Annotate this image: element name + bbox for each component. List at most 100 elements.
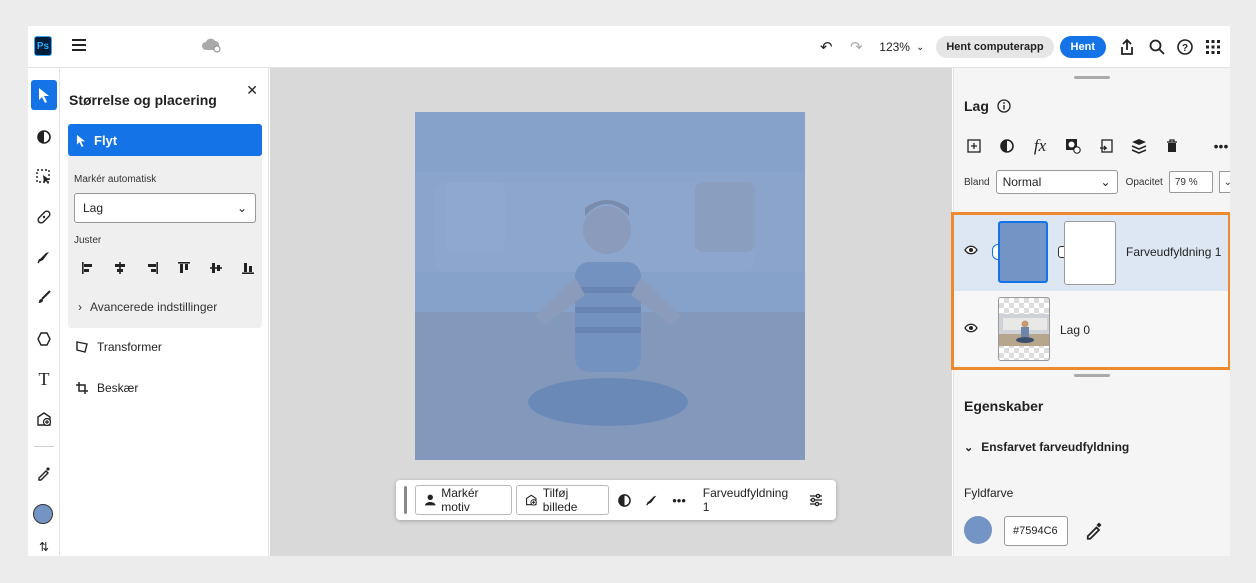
move-button[interactable]: Flyt [68, 124, 262, 156]
help-icon[interactable]: ? [1174, 36, 1196, 58]
adjustment-tool-icon[interactable] [31, 122, 57, 152]
share-icon[interactable] [1116, 36, 1138, 58]
properties-title: Egenskaber [964, 398, 1044, 414]
zoom-value: 123% [879, 40, 910, 54]
foreground-color-swatch[interactable] [33, 504, 53, 524]
transform-icon [76, 341, 88, 353]
layer-row[interactable]: Lag 0 [954, 291, 1228, 367]
rail-divider [34, 446, 54, 447]
properties-sliders-icon[interactable] [805, 486, 828, 514]
adjustment-layer-icon[interactable] [997, 136, 1017, 156]
align-bottom-icon[interactable] [240, 260, 256, 276]
eye-icon[interactable] [964, 323, 978, 336]
transform-label: Transformer [97, 340, 162, 354]
transform-tool-item[interactable]: Transformer [75, 340, 162, 354]
align-center-horizontal-icon[interactable] [112, 260, 128, 276]
move-label: Flyt [94, 132, 118, 148]
document-canvas[interactable] [415, 112, 805, 460]
select-subject-button[interactable]: Markér motiv [414, 485, 513, 515]
swap-colors-icon[interactable]: ⇅ [31, 538, 57, 556]
add-image-tool-icon[interactable] [31, 404, 57, 434]
download-button[interactable]: Hent [1059, 36, 1106, 58]
shape-tool-icon[interactable] [31, 324, 57, 354]
right-panel: Lag fx ••• Bland Normal ⌄ Opacitet 79 % … [951, 68, 1230, 556]
blend-row: Bland Normal ⌄ Opacitet 79 % ⌄ [964, 170, 1230, 194]
align-buttons [80, 260, 256, 276]
menu-icon[interactable] [72, 39, 86, 51]
layer-row[interactable]: Farveudfyldning 1 [954, 215, 1228, 291]
search-icon[interactable] [1146, 36, 1168, 58]
opacity-dropdown-button[interactable]: ⌄ [1218, 171, 1230, 193]
eye-icon[interactable] [964, 245, 978, 258]
move-tool-icon[interactable] [31, 80, 57, 110]
delete-layer-icon[interactable] [1162, 136, 1182, 156]
top-bar-actions: ↶ ↷ 123% ⌄ Hent computerapp Hent ? [815, 26, 1230, 68]
undo-icon[interactable]: ↶ [815, 36, 837, 58]
blend-mode-dropdown[interactable]: Normal ⌄ [995, 170, 1118, 194]
panel-resize-grip[interactable] [1074, 374, 1110, 377]
auto-select-label: Markér automatisk [74, 174, 157, 185]
align-left-icon[interactable] [80, 260, 96, 276]
crop-tool-item[interactable]: Beskær [75, 381, 138, 395]
redo-icon[interactable]: ↷ [845, 36, 867, 58]
eyedropper-icon[interactable] [1084, 520, 1104, 540]
align-middle-vertical-icon[interactable] [208, 260, 224, 276]
opacity-input[interactable]: 79 % [1168, 171, 1213, 193]
align-label: Juster [74, 235, 102, 246]
advanced-settings-toggle[interactable]: › Avancerede indstillinger [78, 300, 217, 314]
close-icon[interactable]: ✕ [246, 82, 258, 99]
brush-tool-icon[interactable] [31, 282, 57, 312]
blend-label: Bland [964, 176, 990, 188]
panel-resize-grip[interactable] [1074, 76, 1110, 79]
fill-layer-thumbnail[interactable] [998, 221, 1048, 283]
layer-name: Lag 0 [1060, 323, 1091, 337]
fill-color-label: Fyldfarve [964, 486, 1014, 500]
fill-color-swatch[interactable] [964, 516, 992, 544]
layer-mask-thumbnail[interactable] [1064, 221, 1116, 285]
active-layer-label: Farveudfyldning 1 [702, 486, 789, 514]
canvas-area[interactable]: Markér motiv Tilføj billede ••• Farveudf… [270, 68, 952, 556]
layers-panel-header: Lag [964, 98, 1011, 114]
svg-text:?: ? [1182, 43, 1188, 54]
chevron-right-icon: › [78, 300, 82, 314]
selection-tool-icon[interactable] [31, 162, 57, 192]
quick-actions-icon[interactable] [31, 242, 57, 272]
apps-grid-icon[interactable] [1202, 36, 1224, 58]
crop-label: Beskær [97, 381, 139, 395]
advanced-settings-label: Avancerede indstillinger [90, 300, 218, 314]
fill-hex-input[interactable]: #7594C6 [1004, 516, 1068, 546]
info-icon[interactable] [997, 99, 1011, 113]
cloud-sync-icon[interactable] [201, 37, 223, 53]
ps-logo[interactable]: Ps [34, 36, 52, 56]
more-options-icon[interactable]: ••• [667, 486, 690, 514]
move-options-group: Flyt Markér automatisk Lag ⌄ Juster › Av… [68, 124, 262, 328]
fx-icon[interactable]: fx [1030, 136, 1050, 156]
person-select-icon [424, 494, 436, 506]
layers-title: Lag [964, 98, 989, 114]
opacity-label: Opacitet [1125, 176, 1163, 188]
align-top-icon[interactable] [176, 260, 192, 276]
drag-handle[interactable] [404, 486, 407, 514]
align-right-icon[interactable] [144, 260, 160, 276]
solid-fill-section-toggle[interactable]: ⌄ Ensfarvet farveudfyldning [964, 440, 1129, 454]
layer-actions-toolbar: fx ••• [964, 136, 1230, 156]
more-options-icon[interactable]: ••• [1211, 136, 1230, 156]
text-tool-icon[interactable]: T [31, 364, 57, 394]
eyedropper-tool-icon[interactable] [31, 458, 57, 488]
add-image-button[interactable]: Tilføj billede [516, 485, 609, 515]
photoshop-web-app: Ps ↶ ↷ 123% ⌄ Hent computerapp Hent ? T … [28, 26, 1230, 556]
open-desktop-app-button[interactable]: Hent computerapp [936, 36, 1054, 58]
clip-layer-icon[interactable] [1096, 136, 1116, 156]
layer-stack-icon[interactable] [1129, 136, 1149, 156]
healing-tool-icon[interactable] [31, 202, 57, 232]
adjustment-icon[interactable] [613, 486, 636, 514]
zoom-dropdown[interactable]: 123% ⌄ [879, 40, 924, 54]
tool-options-panel: Størrelse og placering ✕ Flyt Markér aut… [61, 68, 269, 556]
add-layer-icon[interactable] [964, 136, 984, 156]
layers-list: Farveudfyldning 1 Lag 0 [951, 212, 1230, 370]
add-mask-icon[interactable] [1063, 136, 1083, 156]
auto-select-dropdown[interactable]: Lag ⌄ [74, 193, 256, 223]
image-layer-thumbnail[interactable] [998, 297, 1050, 361]
add-image-icon [526, 494, 538, 506]
quick-actions-icon[interactable] [640, 486, 663, 514]
